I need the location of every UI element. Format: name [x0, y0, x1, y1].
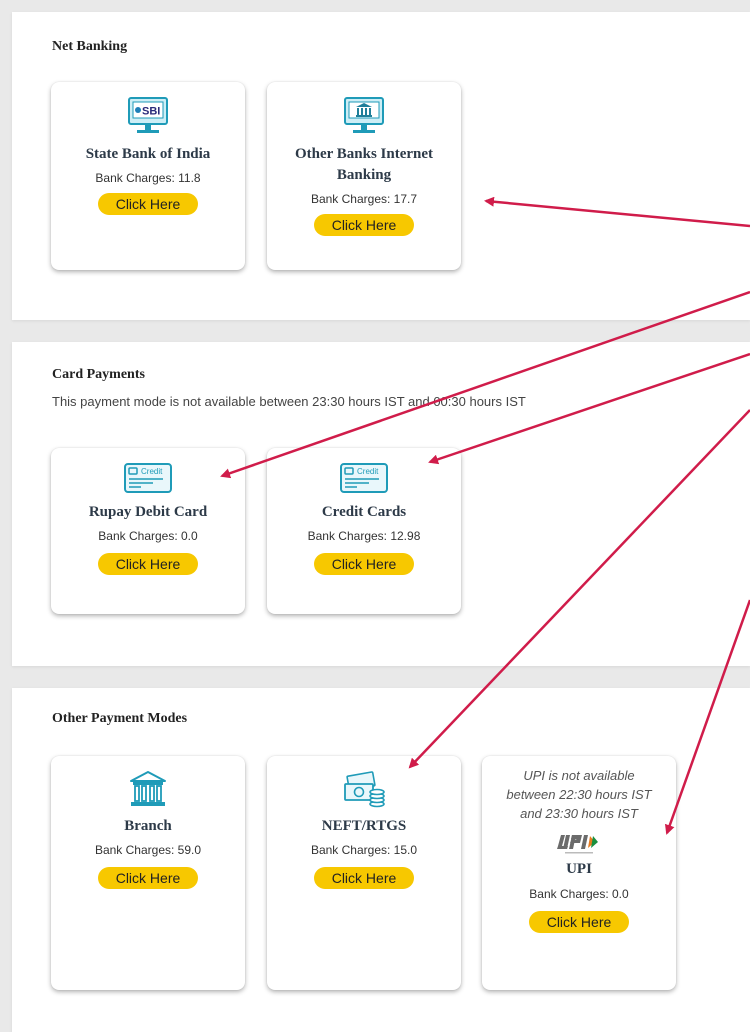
click-here-button[interactable]: Click Here [98, 193, 198, 215]
click-here-button[interactable]: Click Here [98, 553, 198, 575]
bank-building-icon [130, 771, 166, 806]
payment-card-branch: Branch Bank Charges: 59.0 Click Here [51, 756, 245, 990]
payment-card-sbi: SBI State Bank of India Bank Charges: 11… [51, 82, 245, 270]
credit-label: Credit [141, 467, 163, 476]
payment-card-rupay: Credit Rupay Debit Card Bank Charges: 0.… [51, 448, 245, 614]
credit-card-icon: Credit [124, 463, 172, 493]
credit-label: Credit [357, 467, 379, 476]
card-title-line2: Banking [336, 167, 392, 183]
click-here-button[interactable]: Click Here [98, 867, 198, 889]
section-title: Card Payments [52, 367, 145, 382]
bank-charges: Bank Charges: 11.8 [95, 171, 201, 185]
payment-card-neft-rtgs: NEFT/RTGS Bank Charges: 15.0 Click Here [267, 756, 461, 990]
click-here-button[interactable]: Click Here [314, 553, 414, 575]
payment-card-upi: UPI is not available between 22:30 hours… [482, 756, 676, 990]
card-title-line1: Other Banks Internet [294, 146, 434, 162]
card-title: NEFT/RTGS [321, 818, 407, 834]
sbi-logo-text: SBI [142, 106, 160, 118]
bank-charges: Bank Charges: 15.0 [310, 843, 418, 857]
cash-coins-icon [344, 771, 385, 808]
click-here-button[interactable]: Click Here [314, 214, 414, 236]
bank-charges: Bank Charges: 0.0 [529, 887, 629, 901]
card-title: Branch [124, 818, 172, 834]
availability-note: This payment mode is not available betwe… [52, 394, 526, 409]
section-title: Net Banking [52, 39, 128, 54]
card-title: Credit Cards [321, 504, 407, 520]
bank-monitor-icon [344, 97, 384, 133]
sbi-monitor-icon: SBI [128, 97, 168, 133]
upi-availability-note-line3: and 23:30 hours IST [520, 806, 638, 821]
card-payments-section: Card Payments This payment mode is not a… [12, 342, 750, 666]
credit-card-icon: Credit [340, 463, 388, 493]
card-title: Rupay Debit Card [88, 504, 208, 520]
other-payment-modes-section: Other Payment Modes Branch Bank Charges:… [12, 688, 750, 1032]
click-here-button[interactable]: Click Here [529, 911, 629, 933]
card-title: State Bank of India [85, 146, 211, 162]
payment-card-other-banks: Other Banks Internet Banking Bank Charge… [267, 82, 461, 270]
section-title: Other Payment Modes [52, 711, 188, 726]
upi-availability-note-line2: between 22:30 hours IST [506, 787, 652, 802]
net-banking-section: Net Banking SBI State Bank of India Bank… [12, 12, 750, 320]
bank-charges: Bank Charges: 17.7 [310, 192, 418, 206]
bank-charges: Bank Charges: 59.0 [94, 843, 202, 857]
payment-card-credit: Credit Credit Cards Bank Charges: 12.98 … [267, 448, 461, 614]
bank-charges: Bank Charges: 0.0 [98, 529, 198, 543]
click-here-button[interactable]: Click Here [314, 867, 414, 889]
upi-logo-icon [557, 835, 598, 854]
bank-charges: Bank Charges: 12.98 [307, 529, 421, 543]
upi-availability-note-line1: UPI is not available [523, 768, 635, 783]
card-title: UPI [566, 861, 592, 877]
